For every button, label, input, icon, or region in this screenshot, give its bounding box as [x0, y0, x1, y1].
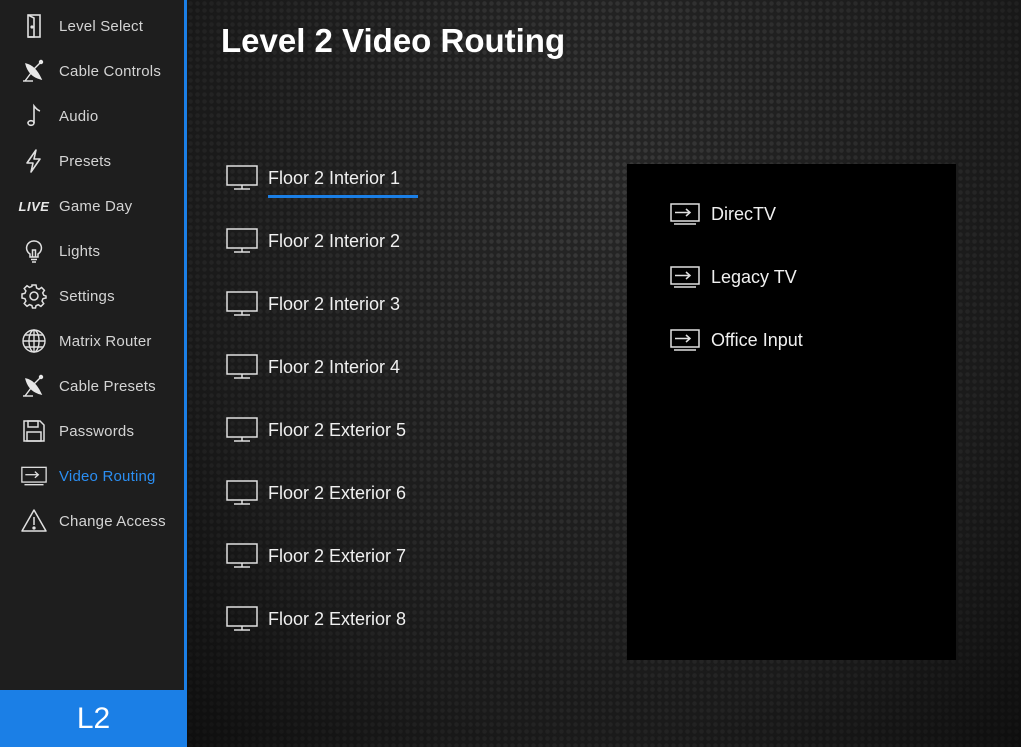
live-icon: LIVE: [18, 198, 50, 214]
output-label: Floor 2 Exterior 7: [268, 545, 407, 566]
gear-icon: [20, 282, 48, 310]
output-item[interactable]: Floor 2 Interior 4: [225, 347, 400, 387]
nav-item-lights[interactable]: Lights: [0, 231, 184, 271]
nav-label: Settings: [59, 287, 115, 305]
monitor-icon: [226, 606, 258, 631]
input-arrow-icon: [670, 329, 700, 351]
monitor-icon: [226, 354, 258, 379]
lightbulb-icon: [20, 237, 48, 265]
sidebar: Level Select Cable Controls Audio Preset…: [0, 0, 187, 747]
input-arrow-icon: [20, 462, 48, 490]
nav-item-matrix-router[interactable]: Matrix Router: [0, 321, 184, 361]
warning-icon: [20, 507, 48, 535]
sources-panel: DirecTV Legacy TV Office Input: [627, 164, 956, 660]
output-label: Floor 2 Exterior 6: [268, 482, 407, 503]
source-label: Legacy TV: [711, 266, 797, 287]
monitor-icon: [226, 417, 258, 442]
nav-label: Game Day: [59, 197, 133, 215]
floppy-disk-icon: [20, 417, 48, 445]
satellite-dish-icon: [20, 57, 48, 85]
source-item[interactable]: Office Input: [669, 320, 803, 360]
nav-label: Cable Controls: [59, 62, 162, 80]
source-item[interactable]: Legacy TV: [669, 257, 797, 297]
nav-label: Audio: [59, 107, 99, 125]
output-item[interactable]: Floor 2 Interior 3: [225, 284, 400, 324]
output-label: Floor 2 Interior 3: [268, 293, 401, 314]
output-item[interactable]: Floor 2 Exterior 5: [225, 410, 406, 450]
monitor-icon: [226, 228, 258, 253]
nav-item-video-routing[interactable]: Video Routing: [0, 456, 184, 496]
output-item[interactable]: Floor 2 Exterior 8: [225, 599, 406, 639]
nav-label: Passwords: [59, 422, 135, 440]
output-item[interactable]: Floor 2 Exterior 7: [225, 536, 406, 576]
nav-label: Presets: [59, 152, 112, 170]
input-arrow-icon: [670, 203, 700, 225]
nav-item-passwords[interactable]: Passwords: [0, 411, 184, 451]
nav-label: Lights: [59, 242, 101, 260]
output-item[interactable]: Floor 2 Interior 2: [225, 221, 400, 261]
music-note-icon: [20, 102, 48, 130]
monitor-icon: [226, 291, 258, 316]
output-label: Floor 2 Interior 4: [268, 356, 401, 377]
output-item[interactable]: Floor 2 Exterior 6: [225, 473, 406, 513]
output-label: Floor 2 Exterior 8: [268, 608, 407, 629]
door-icon: [20, 12, 48, 40]
monitor-icon: [226, 165, 258, 190]
output-label: Floor 2 Interior 2: [268, 230, 401, 251]
nav-label: Level Select: [59, 17, 144, 35]
nav-item-audio[interactable]: Audio: [0, 96, 184, 136]
lightning-icon: [20, 147, 48, 175]
monitor-icon: [226, 543, 258, 568]
nav-label: Cable Presets: [59, 377, 156, 395]
satellite-dish-icon: [20, 372, 48, 400]
level-badge[interactable]: L2: [0, 690, 187, 747]
nav-item-presets[interactable]: Presets: [0, 141, 184, 181]
source-label: DirecTV: [711, 203, 777, 224]
source-label: Office Input: [711, 329, 803, 350]
globe-icon: [20, 327, 48, 355]
monitor-icon: [226, 480, 258, 505]
nav-label: Video Routing: [59, 467, 156, 485]
nav-item-game-day[interactable]: LIVE Game Day: [0, 186, 184, 226]
main-content: Level 2 Video Routing Floor 2 Interior 1…: [187, 0, 1021, 747]
input-arrow-icon: [670, 266, 700, 288]
nav-label: Change Access: [59, 512, 166, 530]
source-item[interactable]: DirecTV: [669, 194, 776, 234]
output-label: Floor 2 Interior 1: [268, 167, 419, 198]
nav-item-change-access[interactable]: Change Access: [0, 501, 184, 541]
nav-item-cable-controls[interactable]: Cable Controls: [0, 51, 184, 91]
nav-item-level-select[interactable]: Level Select: [0, 6, 184, 46]
nav-label: Matrix Router: [59, 332, 152, 350]
nav-item-settings[interactable]: Settings: [0, 276, 184, 316]
output-item[interactable]: Floor 2 Interior 1: [225, 158, 419, 198]
output-label: Floor 2 Exterior 5: [268, 419, 407, 440]
page-title: Level 2 Video Routing: [221, 22, 566, 59]
nav-item-cable-presets[interactable]: Cable Presets: [0, 366, 184, 406]
